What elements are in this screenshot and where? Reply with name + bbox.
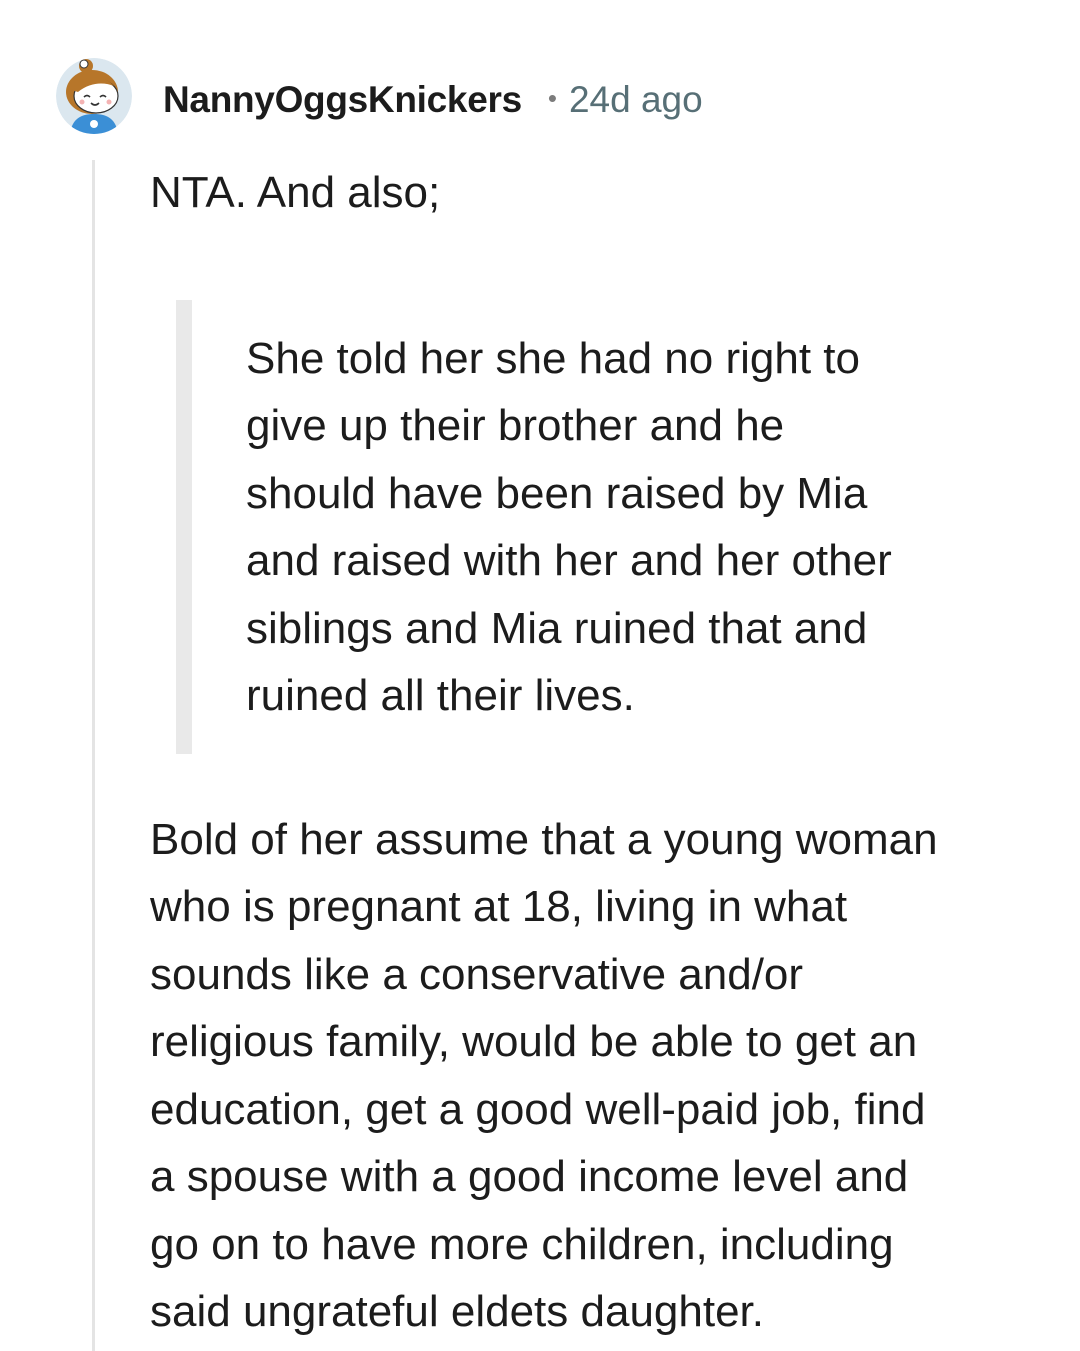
author-username[interactable]: NannyOggsKnickers [163, 79, 522, 121]
comment-intro: NTA. And also; [150, 168, 441, 217]
paragraph-line: go on to have more children, including [150, 1219, 894, 1269]
paragraph-line: Bold of her assume that a young woman [150, 814, 938, 864]
paragraph-line: a spouse with a good income level and [150, 1152, 909, 1201]
thread-line[interactable] [92, 160, 95, 1351]
comment-header: NannyOggsKnickers • 24d ago [163, 74, 703, 126]
paragraph-line: who is pregnant at 18, living in what [150, 882, 848, 931]
paragraph-line: religious family, would be able to get a… [150, 1017, 918, 1066]
comment: NannyOggsKnickers • 24d ago NTA. And als… [0, 0, 1080, 1351]
meta-separator: • [547, 82, 557, 113]
user-avatar[interactable] [56, 58, 132, 134]
quote-line: ruined all their lives. [246, 671, 635, 720]
snoo-avatar-icon [56, 58, 132, 134]
quote-line: and raised with her and her other [246, 536, 892, 585]
paragraph-line: education, get a good well-paid job, fin… [150, 1084, 926, 1134]
paragraph-line: sounds like a conservative and/or [150, 949, 804, 999]
comment-timestamp[interactable]: 24d ago [569, 79, 703, 121]
quote-bar [176, 299, 192, 754]
blockquote: She told her she had no right to give up… [150, 299, 946, 754]
quote-line: siblings and Mia ruined that and [246, 603, 868, 653]
quote-line: give up their brother and he [246, 401, 785, 450]
quote-line: She told her she had no right to [246, 333, 860, 383]
comment-paragraph: Bold of her assume that a young woman wh… [150, 806, 1030, 1346]
quote-line: should have been raised by Mia [246, 468, 868, 518]
comment-body: NTA. And also; She told her she had no r… [150, 160, 1030, 1346]
quote-text: She told her she had no right to give up… [246, 325, 946, 730]
paragraph-line: said ungrateful eldets daughter. [150, 1287, 765, 1336]
